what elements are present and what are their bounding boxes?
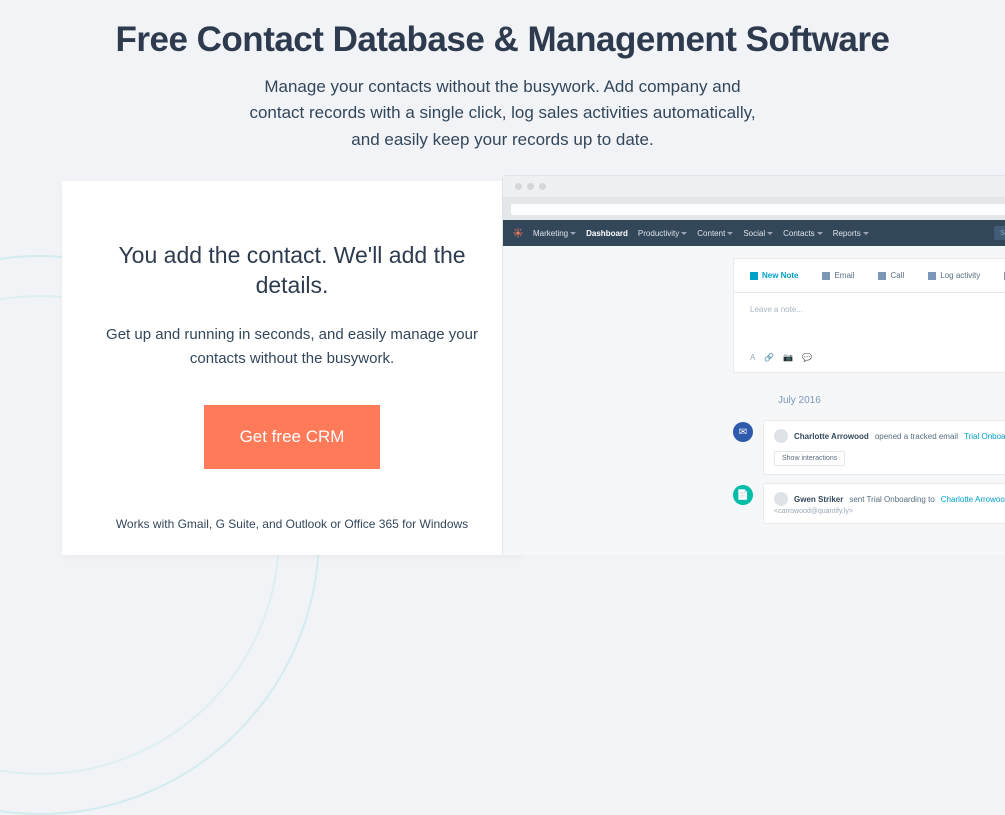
window-dot-icon (539, 183, 546, 190)
timeline: July 2016 Filter Timeline ▾ ✉ Charlotte … (733, 395, 1005, 524)
tab-log-activity[interactable]: Log activity (928, 271, 980, 280)
tab-new-note[interactable]: New Note (750, 271, 798, 280)
hero: Free Contact Database & Management Softw… (0, 0, 1005, 153)
chevron-down-icon (767, 232, 773, 235)
nav-item-productivity[interactable]: Productivity (638, 229, 687, 238)
timeline-link[interactable]: Trial Onboarding (964, 432, 1005, 441)
timeline-item: ✉ Charlotte Arrowood opened a tracked em… (733, 420, 1005, 475)
plus-icon (928, 272, 936, 280)
timeline-card[interactable]: Charlotte Arrowood opened a tracked emai… (763, 420, 1005, 475)
timeline-item: 📄 Gwen Striker sent Trial Onboarding to … (733, 483, 1005, 524)
card-subtitle: Get up and running in seconds, and easil… (102, 323, 482, 371)
timeline-action: opened a tracked email (875, 432, 958, 441)
timeline-subtext: <carrowood@quantify.ly> (774, 508, 1005, 515)
chevron-down-icon (863, 232, 869, 235)
address-input[interactable] (511, 204, 1005, 215)
chevron-down-icon (817, 232, 823, 235)
address-bar (503, 198, 1005, 220)
pencil-icon (750, 272, 758, 280)
document-icon: 📄 (733, 485, 753, 505)
chevron-down-icon (681, 232, 687, 235)
window-dot-icon (527, 183, 534, 190)
timeline-link[interactable]: Charlotte Arrowood (941, 495, 1005, 504)
app-screenshot: Marketing Dashboard Productivity Content… (502, 175, 1005, 555)
nav-item-content[interactable]: Content (697, 229, 733, 238)
phone-icon (878, 272, 886, 280)
app-nav: Marketing Dashboard Productivity Content… (503, 220, 1005, 246)
contact-name: Charlotte Arrowood (794, 432, 869, 441)
card-title: You add the contact. We'll add the detai… (102, 241, 482, 301)
compatibility-note: Works with Gmail, G Suite, and Outlook o… (102, 517, 482, 531)
chevron-down-icon (570, 232, 576, 235)
hero-subtitle: Manage your contacts without the busywor… (60, 74, 945, 153)
text-style-icon[interactable]: A (750, 353, 755, 362)
link-icon[interactable]: 🔗 (764, 353, 774, 362)
envelope-icon: ✉ (733, 422, 753, 442)
avatar (774, 492, 788, 506)
nav-item-contacts[interactable]: Contacts (783, 229, 823, 238)
page-title: Free Contact Database & Management Softw… (60, 20, 945, 60)
promo-card: You add the contact. We'll add the detai… (62, 181, 522, 555)
note-editor[interactable]: Leave a note... A 🔗 📷 💬 (733, 293, 1005, 373)
get-free-crm-button[interactable]: Get free CRM (204, 405, 381, 469)
contact-name: Gwen Striker (794, 495, 843, 504)
note-toolbar: A 🔗 📷 💬 (750, 353, 1005, 362)
hubspot-sprocket-icon (513, 228, 523, 238)
timeline-action: sent Trial Onboarding to (849, 495, 934, 504)
nav-item-reports[interactable]: Reports (833, 229, 869, 238)
window-titlebar (503, 176, 1005, 198)
global-search-input[interactable]: Search (994, 226, 1005, 240)
envelope-icon (822, 272, 830, 280)
comment-icon[interactable]: 💬 (802, 353, 812, 362)
timeline-month: July 2016 (778, 395, 821, 406)
image-icon[interactable]: 📷 (783, 353, 793, 362)
tab-email[interactable]: Email (822, 271, 854, 280)
window-dot-icon (515, 183, 522, 190)
nav-item-social[interactable]: Social (743, 229, 773, 238)
nav-brand[interactable]: Marketing (533, 229, 576, 238)
timeline-card[interactable]: Gwen Striker sent Trial Onboarding to Ch… (763, 483, 1005, 524)
tab-call[interactable]: Call (878, 271, 904, 280)
nav-item-dashboard[interactable]: Dashboard (586, 229, 628, 238)
note-placeholder: Leave a note... (750, 305, 1005, 314)
chevron-down-icon (727, 232, 733, 235)
left-gutter (503, 246, 733, 555)
activity-tabs: New Note Email Call Log activity Create … (733, 258, 1005, 293)
show-interactions-button[interactable]: Show interactions (774, 451, 845, 466)
avatar (774, 429, 788, 443)
